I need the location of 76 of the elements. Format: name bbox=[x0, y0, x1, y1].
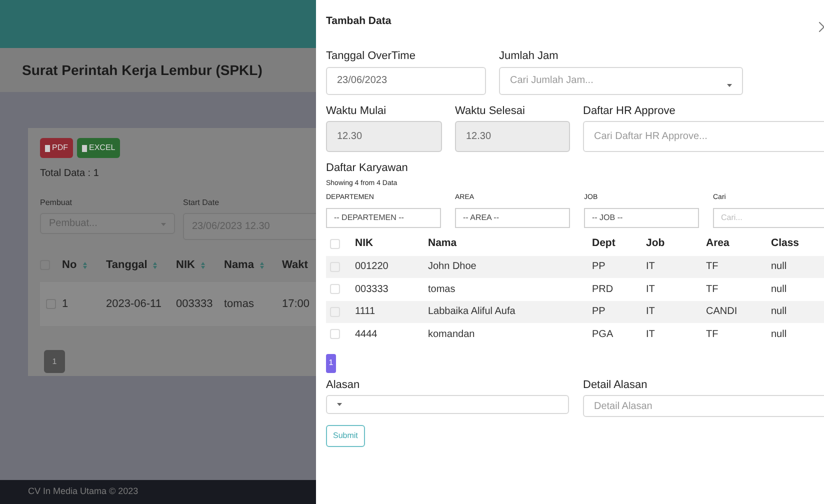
field-label: Waktu Mulai bbox=[326, 104, 388, 118]
sort-icon bbox=[200, 262, 205, 268]
field-label: Alasan bbox=[326, 378, 361, 392]
table-cell-text: IT bbox=[646, 282, 655, 297]
field-label: Daftar HR Approve bbox=[583, 104, 676, 118]
table-cell-text: tomas bbox=[224, 296, 254, 312]
table-cell-text: John Dhoe bbox=[428, 260, 476, 274]
column-header[interactable]: Job bbox=[646, 236, 665, 252]
table-cell-text: 4444 bbox=[355, 328, 378, 342]
column-header[interactable]: No bbox=[62, 256, 77, 274]
total-data: Total Data : 1 bbox=[40, 167, 100, 181]
close-icon[interactable] bbox=[819, 22, 824, 32]
table-cell-text: Labbaika Aliful Aufa bbox=[428, 305, 516, 320]
column-header[interactable]: NIK bbox=[176, 256, 195, 274]
date-field[interactable]: 23/06/2023 bbox=[326, 66, 486, 94]
field-label: Pembuat bbox=[40, 197, 74, 209]
select-field[interactable]: -- JOB -- bbox=[584, 208, 699, 228]
field-label: Jumlah Jam bbox=[499, 49, 560, 64]
table-cell-text: 1 bbox=[62, 296, 68, 312]
select-field[interactable]: -- DEPARTEMEN -- bbox=[326, 208, 441, 228]
field-label: Start Date bbox=[183, 197, 220, 209]
table-cell-text: null bbox=[771, 305, 787, 320]
table-cell-text: PRD bbox=[592, 282, 614, 297]
table-cell-text: 1111 bbox=[355, 305, 376, 320]
field-label: Waktu Selesai bbox=[455, 104, 526, 118]
file-icon bbox=[45, 144, 50, 152]
field-label: Detail Alasan bbox=[583, 378, 648, 392]
column-header[interactable]: Tanggal bbox=[106, 256, 148, 274]
table-cell-text: TF bbox=[706, 282, 718, 297]
section-title: Daftar Karyawan bbox=[326, 161, 409, 176]
export-button[interactable]: PDF bbox=[40, 138, 73, 158]
table-cell-text: 17:00 bbox=[282, 296, 310, 312]
table-cell-text: IT bbox=[646, 260, 655, 274]
select-field[interactable] bbox=[326, 395, 569, 414]
column-header[interactable]: Class bbox=[771, 236, 800, 252]
select-field[interactable]: -- AREA -- bbox=[455, 208, 570, 228]
caret-icon bbox=[727, 84, 732, 86]
table-cell-text: tomas bbox=[428, 282, 456, 297]
footer: CV In Media Utama © 2023 bbox=[0, 480, 316, 504]
column-header[interactable]: Nama bbox=[428, 236, 457, 252]
submit-button[interactable]: Submit bbox=[326, 425, 365, 447]
sort-icon bbox=[82, 262, 87, 268]
table-cell-text: IT bbox=[646, 305, 655, 320]
table-cell-text: CANDI bbox=[706, 305, 738, 320]
table-cell-text: 2023-06-11 bbox=[106, 296, 162, 312]
select-field[interactable]: Cari Daftar HR Approve... bbox=[583, 121, 824, 152]
caret-icon bbox=[337, 403, 342, 406]
table-cell-text: TF bbox=[706, 260, 718, 274]
table-cell-text: PP bbox=[592, 305, 606, 320]
sort-icon bbox=[153, 262, 158, 268]
table-cell-text: 003333 bbox=[355, 282, 388, 297]
export-button[interactable]: EXCEL bbox=[77, 138, 120, 158]
table-cell-text: 001220 bbox=[355, 260, 388, 274]
table-cell-text: PP bbox=[592, 260, 606, 274]
select-field[interactable]: Cari Jumlah Jam... bbox=[499, 66, 743, 94]
sort-icon bbox=[260, 262, 264, 268]
panel-title: Tambah Data bbox=[326, 14, 392, 29]
field-label: Tanggal OverTime bbox=[326, 49, 416, 64]
column-header[interactable]: Nama bbox=[224, 256, 254, 274]
input-field[interactable]: Detail Alasan bbox=[583, 395, 824, 417]
column-header[interactable]: Area bbox=[706, 236, 730, 252]
column-header[interactable]: Wakt bbox=[282, 256, 308, 274]
table-cell-text: 003333 bbox=[176, 296, 213, 312]
page-title: Surat Perintah Kerja Lembur (SPKL) bbox=[22, 60, 262, 80]
column-header[interactable]: Dept bbox=[592, 236, 616, 252]
table-cell-text: komandan bbox=[428, 328, 475, 342]
table-cell-text: null bbox=[771, 282, 787, 297]
column-header[interactable]: NIK bbox=[355, 236, 374, 252]
table-cell-text: null bbox=[771, 328, 787, 342]
table-cell-text: PGA bbox=[592, 328, 614, 342]
table-cell-text: IT bbox=[646, 328, 655, 342]
page-button[interactable]: 1 bbox=[44, 350, 65, 373]
page-button[interactable]: 1 bbox=[326, 354, 336, 372]
table-cell-text: TF bbox=[706, 328, 718, 342]
file-icon bbox=[82, 144, 87, 152]
table-cell-text: null bbox=[771, 260, 787, 274]
